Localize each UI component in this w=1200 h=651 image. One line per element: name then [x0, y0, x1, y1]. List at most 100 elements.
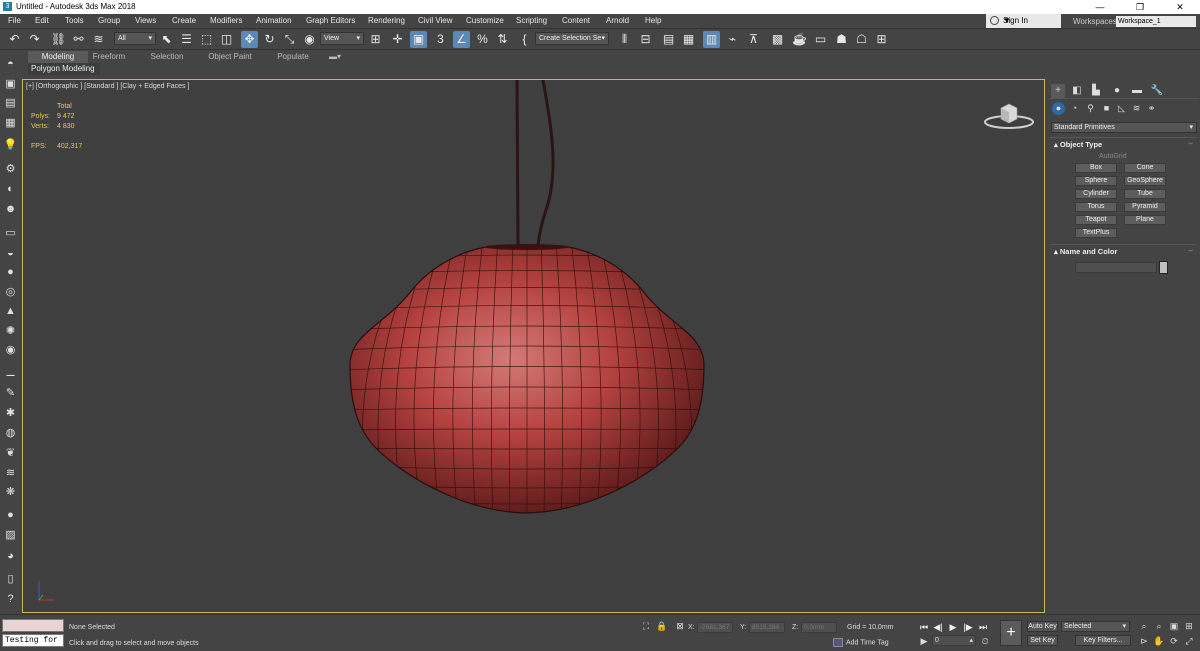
key-mode-dropdown[interactable]: Selected ▾ [1061, 621, 1130, 632]
mirror-icon[interactable]: ⫴ [616, 31, 633, 48]
menu-rendering[interactable]: Rendering [368, 16, 405, 25]
box-button[interactable]: Box [1075, 163, 1117, 173]
paint-icon[interactable]: ⚊ [3, 366, 18, 381]
layer-explorer-icon[interactable]: ▦ [680, 31, 697, 48]
create-tab-icon[interactable]: + [1051, 84, 1065, 98]
autogrid-checkbox[interactable]: AutoGrid [1099, 153, 1127, 160]
snaps-toggle-icon[interactable]: 3 [432, 31, 449, 48]
menu-create[interactable]: Create [172, 16, 196, 25]
field-of-view-icon[interactable]: ⊳ [1138, 635, 1150, 647]
globe-icon[interactable]: ◍ [3, 426, 18, 441]
leaf-icon[interactable]: ❦ [3, 446, 18, 461]
torus-icon[interactable]: ◎ [3, 285, 18, 300]
toggle-ribbon-icon[interactable]: ▥ [703, 31, 720, 48]
x-coordinate-field[interactable]: -2681,367 [697, 622, 733, 633]
maximize-viewport-icon[interactable]: ⤢ [1183, 635, 1195, 647]
reference-coordinate-dropdown[interactable]: View ▾ [320, 32, 364, 45]
utilities-tab-icon[interactable]: 🔧 [1150, 84, 1164, 98]
set-keys-button[interactable]: + [1000, 620, 1022, 646]
menu-group[interactable]: Group [98, 16, 120, 25]
maxscript-listener-field[interactable] [2, 619, 64, 632]
viewport[interactable]: [+] [Orthographic ] [Standard ] [Clay + … [22, 79, 1045, 613]
object-color-swatch[interactable] [1159, 261, 1168, 274]
play-icon[interactable]: ▶ [947, 621, 959, 633]
set-key-button[interactable]: Set Key [1027, 635, 1058, 646]
sphere-icon[interactable]: ● [3, 265, 18, 280]
cylinder-button[interactable]: Cylinder [1075, 189, 1117, 199]
orbit-icon[interactable]: ⟳ [1168, 635, 1180, 647]
cone-icon[interactable]: ▲ [3, 304, 18, 319]
cloth-icon[interactable]: ❋ [3, 485, 18, 500]
goto-start-icon[interactable]: ⏮ [918, 621, 930, 633]
percent-snap-icon[interactable]: % [474, 31, 491, 48]
select-object-icon[interactable]: ⬉ [158, 31, 175, 48]
geosphere-button[interactable]: GeoSphere [1124, 176, 1166, 186]
zoom-all-icon[interactable]: ⌕ [1153, 620, 1165, 632]
workspace-select[interactable]: Workspace_1 [1116, 16, 1196, 27]
material-sphere-icon[interactable]: ● [3, 508, 18, 523]
pendant-lamp-model[interactable] [338, 80, 718, 520]
name-and-color-header[interactable]: ▴ Name and Color [1054, 247, 1117, 256]
unlink-icon[interactable]: ⚯ [70, 31, 87, 48]
zoom-extents-icon[interactable]: ▣ [1168, 620, 1180, 632]
scene-explorer-icon[interactable]: ▤ [660, 31, 677, 48]
map-icon[interactable]: ▨ [3, 528, 18, 543]
maxscript-input-field[interactable]: Testing for : [2, 634, 64, 647]
menu-graph-editors[interactable]: Graph Editors [306, 16, 355, 25]
teapot-button[interactable]: Teapot [1075, 215, 1117, 225]
modify-tab-icon[interactable]: ◧ [1070, 84, 1084, 98]
render-production-icon[interactable]: ☗ [833, 31, 850, 48]
sphere-button[interactable]: Sphere [1075, 176, 1117, 186]
bind-space-warp-icon[interactable]: ≋ [90, 31, 107, 48]
current-frame-field[interactable]: 0 ▴ [932, 635, 976, 646]
select-scale-icon[interactable]: ⤡ [281, 31, 298, 48]
plane-button[interactable]: Plane [1124, 215, 1166, 225]
tab-selection[interactable]: Selection [143, 51, 191, 63]
tab-populate[interactable]: Populate [270, 51, 316, 63]
time-configuration-icon[interactable]: ⏲ [979, 635, 991, 647]
select-place-icon[interactable]: ◉ [301, 31, 318, 48]
menu-customize[interactable]: Customize [466, 16, 504, 25]
brush-icon[interactable]: ✎ [3, 386, 18, 401]
particle-icon[interactable]: ✱ [3, 406, 18, 421]
curve-editor-icon[interactable]: ⌁ [724, 31, 741, 48]
isolate-selection-icon[interactable]: ⛶ [640, 620, 652, 632]
schematic-view-icon[interactable]: ⊼ [745, 31, 762, 48]
object-name-field[interactable] [1075, 262, 1157, 273]
torus-button[interactable]: Torus [1075, 202, 1117, 212]
menu-animation[interactable]: Animation [256, 16, 292, 25]
disc-icon[interactable]: ◉ [3, 343, 18, 358]
space-warps-icon[interactable]: ≋ [1130, 102, 1143, 115]
menu-modifiers[interactable]: Modifiers [210, 16, 242, 25]
select-move-icon[interactable]: ✥ [241, 31, 258, 48]
textplus-button[interactable]: TextPlus [1075, 228, 1117, 238]
bulb-icon[interactable]: 💡 [3, 138, 18, 153]
select-rotate-icon[interactable]: ↻ [261, 31, 278, 48]
helpers-icon[interactable]: ◺ [1115, 102, 1128, 115]
menu-help[interactable]: Help [645, 16, 661, 25]
render-cloud-icon[interactable]: ⊞ [873, 31, 890, 48]
menu-tools[interactable]: Tools [65, 16, 84, 25]
pan-view-icon[interactable]: ✋ [1153, 635, 1165, 647]
z-coordinate-field[interactable]: 0,0mm [801, 622, 837, 633]
dome-icon[interactable]: ◒ [3, 246, 18, 261]
add-time-tag-button[interactable]: Add Time Tag [833, 638, 889, 647]
key-mode-icon[interactable]: ▶ [918, 635, 930, 647]
y-coordinate-field[interactable]: 8515,284 [749, 622, 785, 633]
auto-key-button[interactable]: Auto Key [1027, 621, 1058, 632]
minimize-button[interactable]: — [1080, 0, 1120, 14]
menu-content[interactable]: Content [562, 16, 590, 25]
edit-named-sets-icon[interactable]: { [516, 31, 533, 48]
explorer-icon[interactable]: ▤ [3, 96, 18, 111]
hair-icon[interactable]: ≋ [3, 466, 18, 481]
close-button[interactable]: ✕ [1160, 0, 1200, 14]
display-tab-icon[interactable]: ▬ [1130, 84, 1144, 98]
key-filters-button[interactable]: Key Filters... [1075, 635, 1131, 646]
tab-object-paint[interactable]: Object Paint [202, 51, 258, 63]
restore-button[interactable]: ❐ [1120, 0, 1160, 14]
menu-civil-view[interactable]: Civil View [418, 16, 453, 25]
use-pivot-icon[interactable]: ⊞ [367, 31, 384, 48]
window-crossing-icon[interactable]: ◫ [218, 31, 235, 48]
render-iterative-icon[interactable]: ☖ [853, 31, 870, 48]
menu-edit[interactable]: Edit [35, 16, 49, 25]
